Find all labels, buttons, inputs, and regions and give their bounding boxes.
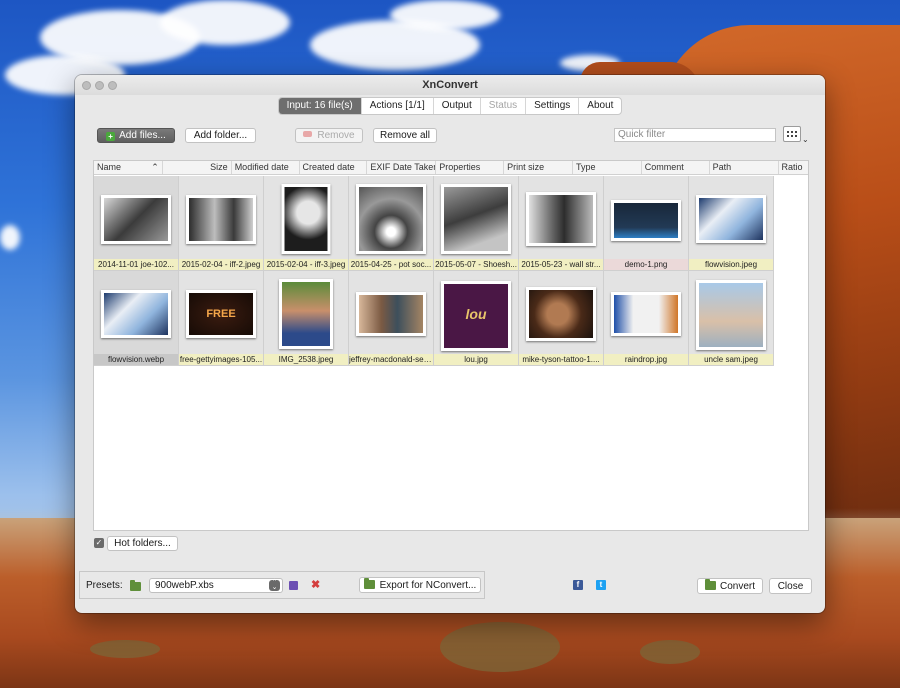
photo-preview: FREE [186, 290, 256, 338]
file-thumbnail[interactable]: mike-tyson-tattoo-1.... [519, 271, 604, 366]
file-name-label: flowvision.webp [94, 354, 178, 365]
file-name-label: 2014-11-01 joe-102... [94, 259, 178, 270]
window-title: XnConvert [422, 79, 478, 91]
sort-up-icon: ⌃ [151, 162, 159, 172]
photo-preview [611, 200, 681, 241]
plus-icon: + [106, 132, 116, 141]
stepper-icon: ⌃ ⌄ [269, 579, 280, 591]
column-type[interactable]: Type [573, 161, 642, 174]
file-thumbnail[interactable]: FREE free-gettyimages-105... [179, 271, 264, 366]
facebook-icon[interactable]: f [573, 580, 583, 590]
photo-preview [101, 290, 171, 338]
file-name-label: demo-1.png [604, 259, 688, 270]
twitter-icon[interactable]: t [596, 580, 606, 590]
photo-preview [101, 195, 171, 244]
photo-preview [281, 184, 331, 254]
file-name-label: 2015-02-04 - iff-3.jpeg [264, 259, 348, 270]
column-properties[interactable]: Properties [436, 161, 505, 174]
photo-preview [696, 280, 766, 350]
file-name-label: 2015-02-04 - iff-2.jpeg [179, 259, 263, 270]
file-thumbnail[interactable]: jeffrey-macdonald-see... [349, 271, 434, 366]
preset-select[interactable]: 900webP.xbs ⌃ ⌄ [149, 578, 283, 593]
file-name-label: flowvision.jpeg [689, 259, 773, 270]
save-preset-icon[interactable] [289, 581, 298, 590]
hot-folders-button[interactable]: Hot folders... [107, 536, 178, 551]
tab-actions[interactable]: Actions [1/1] [362, 98, 434, 114]
file-name-label: free-gettyimages-105... [179, 354, 263, 365]
file-thumbnail[interactable]: 2015-05-07 - Shoesh... [434, 176, 519, 271]
xnconvert-window: XnConvert Input: 16 file(s) Actions [1/1… [75, 75, 825, 613]
minus-icon [303, 131, 313, 137]
file-thumbnail[interactable]: raindrop.jpg [604, 271, 689, 366]
column-path[interactable]: Path [710, 161, 779, 174]
file-name-label: 2015-04-25 - pot soc... [349, 259, 433, 270]
file-thumbnail[interactable]: 2015-04-25 - pot soc... [349, 176, 434, 271]
photo-preview [526, 287, 596, 341]
column-header-row: Name ⌃ Size Modified date Created date EX… [94, 161, 808, 175]
open-folder-icon[interactable] [130, 580, 141, 591]
photo-preview [526, 192, 596, 246]
add-folder-button[interactable]: Add folder... [185, 128, 256, 143]
export-nconvert-button[interactable]: Export for NConvert... [359, 577, 481, 593]
column-modified-date[interactable]: Modified date [232, 161, 300, 174]
chevron-down-icon[interactable]: ⌄ [802, 135, 809, 144]
file-thumbnail[interactable]: 2015-02-04 - iff-3.jpeg [264, 176, 349, 271]
presets-panel: Presets: 900webP.xbs ⌃ ⌄ ✖ Export for NCo… [79, 571, 485, 599]
add-files-button[interactable]: + Add files... [97, 128, 175, 143]
file-name-label: lou.jpg [434, 354, 518, 365]
main-tabs: Input: 16 file(s) Actions [1/1] Output S… [75, 97, 825, 115]
file-name-label: 2015-05-23 - wall str... [519, 259, 603, 270]
file-thumbnail[interactable]: IMG_2538.jpeg [264, 271, 349, 366]
file-name-label: raindrop.jpg [604, 354, 688, 365]
file-name-label: uncle sam.jpeg [689, 354, 773, 365]
file-thumbnail[interactable]: lou lou.jpg [434, 271, 519, 366]
photo-preview [279, 279, 333, 349]
file-thumbnail[interactable]: flowvision.jpeg [689, 176, 774, 271]
convert-icon [704, 579, 716, 590]
file-thumbnail[interactable]: 2015-02-04 - iff-2.jpeg [179, 176, 264, 271]
file-thumbnail[interactable]: 2014-11-01 joe-102... [94, 176, 179, 271]
photo-preview [696, 195, 766, 243]
file-browser[interactable]: Name ⌃ Size Modified date Created date EX… [93, 160, 809, 531]
delete-preset-icon[interactable]: ✖ [311, 578, 320, 591]
grid-view-icon[interactable] [783, 126, 801, 142]
file-name-label: 2015-05-07 - Shoesh... [434, 259, 518, 270]
tab-status[interactable]: Status [481, 98, 527, 114]
photo-preview [611, 292, 681, 336]
column-size[interactable]: Size [163, 161, 232, 174]
hot-folders-checkbox[interactable]: ✓ [94, 538, 104, 548]
column-created-date[interactable]: Created date [300, 161, 368, 174]
file-thumbnail[interactable]: uncle sam.jpeg [689, 271, 774, 366]
convert-button[interactable]: Convert [697, 578, 763, 594]
column-comment[interactable]: Comment [642, 161, 710, 174]
photo-preview [356, 292, 426, 336]
column-print-size[interactable]: Print size [504, 161, 573, 174]
file-name-label: IMG_2538.jpeg [264, 354, 348, 365]
column-ratio[interactable]: Ratio [779, 161, 809, 174]
tab-input[interactable]: Input: 16 file(s) [278, 98, 362, 114]
column-exif-date[interactable]: EXIF Date Taken [367, 161, 437, 174]
file-name-label: jeffrey-macdonald-see... [349, 354, 433, 365]
remove-all-button[interactable]: Remove all [373, 128, 437, 143]
photo-preview: lou [441, 281, 511, 351]
photo-preview [356, 184, 426, 254]
title-bar: XnConvert [75, 75, 825, 95]
tab-about[interactable]: About [579, 98, 621, 114]
quick-filter-input[interactable]: Quick filter [614, 128, 776, 142]
file-thumbnail[interactable]: demo-1.png [604, 176, 689, 271]
presets-label: Presets: [86, 580, 123, 591]
photo-preview [186, 195, 256, 244]
file-thumbnail[interactable]: 2015-05-23 - wall str... [519, 176, 604, 271]
file-name-label: mike-tyson-tattoo-1.... [519, 354, 603, 365]
export-icon [363, 578, 375, 589]
remove-button[interactable]: Remove [295, 128, 363, 143]
photo-preview [441, 184, 511, 254]
tab-settings[interactable]: Settings [526, 98, 580, 114]
column-name[interactable]: Name ⌃ [94, 161, 163, 174]
tab-output[interactable]: Output [434, 98, 481, 114]
file-thumbnail[interactable]: flowvision.webp [94, 271, 179, 366]
close-button[interactable]: Close [769, 578, 812, 594]
